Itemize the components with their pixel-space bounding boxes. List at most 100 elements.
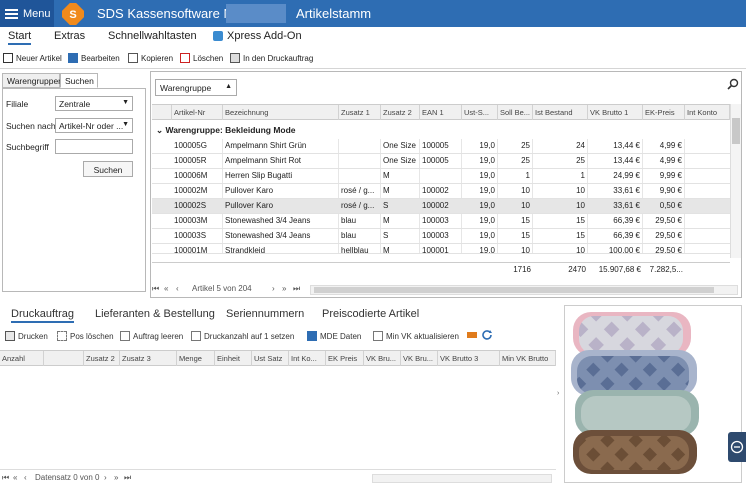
grid-horizontal-scrollbar[interactable] <box>310 285 738 295</box>
cell-nr: 100005R <box>172 154 223 168</box>
header-menge[interactable]: Menge <box>177 351 215 366</box>
header-einheit[interactable]: Einheit <box>215 351 252 366</box>
table-row[interactable]: 100001M Strandkleid hellblau M 100001 19,0 10 1… <box>152 244 730 254</box>
nav-prev-page-icon[interactable]: « <box>164 284 168 293</box>
clear-order-button[interactable]: Auftrag leeren <box>120 330 183 342</box>
table-row[interactable]: 100006M Herren Slip Bugatti M 19,0 1 1 24,99 €… <box>152 169 730 184</box>
header-ust[interactable]: Ust-S... <box>462 105 498 120</box>
header-zusatz1[interactable]: Zusatz 1 <box>339 105 381 120</box>
table-row[interactable]: 100003S Stonewashed 3/4 Jeans blau S 100003 1… <box>152 229 730 244</box>
header-ist[interactable]: Ist Bestand <box>533 105 588 120</box>
nav-first-icon[interactable]: ⏮ <box>2 473 9 483</box>
new-article-button[interactable]: Neuer Artikel <box>3 51 62 65</box>
table-row[interactable]: 100002M Pullover Karo rosé / g... M 100002 19… <box>152 184 730 199</box>
tab-druckauftrag[interactable]: Druckauftrag <box>11 308 74 323</box>
header-artikel-nr[interactable]: Artikel-Nr <box>172 105 223 120</box>
print-grid-horizontal-scrollbar[interactable] <box>372 474 552 483</box>
header-zusatz2[interactable]: Zusatz 2 <box>84 351 120 366</box>
cell-ek: 4,99 € <box>643 154 685 168</box>
search-button[interactable]: Suchen <box>83 161 133 177</box>
group-by-chip[interactable]: Warengruppe ▲ <box>155 79 237 96</box>
cell-soll: 10 <box>498 244 533 253</box>
cell-bez: Stonewashed 3/4 Jeans <box>223 214 339 228</box>
cell-bez: Pullover Karo <box>223 184 339 198</box>
delete-button[interactable]: Löschen <box>180 51 223 65</box>
header-ean1[interactable]: EAN 1 <box>420 105 462 120</box>
menu-button[interactable]: Menu <box>0 0 54 27</box>
edit-button[interactable]: Bearbeiten <box>68 51 120 65</box>
tab-lieferanten[interactable]: Lieferanten & Bestellung <box>95 308 215 320</box>
filiale-select[interactable]: Zentrale ▼ <box>55 96 133 111</box>
refresh-icon[interactable] <box>481 329 493 341</box>
cell-z2: M <box>381 184 420 198</box>
header-vk-brutto3[interactable]: VK Brutto 3 <box>438 351 500 366</box>
nav-prev-icon[interactable]: ‹ <box>24 473 27 482</box>
panel-splitter[interactable]: › <box>557 305 562 485</box>
nav-last-icon[interactable]: ⏭ <box>124 473 131 483</box>
cell-nr: 100005G <box>172 139 223 153</box>
grid-vertical-scrollbar[interactable] <box>730 104 741 258</box>
scroll-thumb[interactable] <box>314 287 714 293</box>
header-soll[interactable]: Soll Be... <box>498 105 533 120</box>
nav-prev-page-icon[interactable]: « <box>13 473 17 482</box>
tab-suchen[interactable]: Suchen <box>60 73 98 88</box>
delete-pos-button[interactable]: Pos löschen <box>57 330 114 342</box>
tab-xpress-addon[interactable]: Xpress Add-On <box>213 30 302 42</box>
mde-data-button[interactable]: MDE Daten <box>307 330 361 342</box>
nav-prev-icon[interactable]: ‹ <box>176 284 179 293</box>
header-ust-satz[interactable]: Ust Satz <box>252 351 289 366</box>
header-int-konto[interactable]: Int Ko... <box>289 351 326 366</box>
suchbegriff-input[interactable] <box>55 139 133 154</box>
search-icon[interactable] <box>727 78 739 90</box>
tab-seriennummern[interactable]: Seriennummern <box>226 308 304 320</box>
table-row-selected[interactable]: 100002S Pullover Karo rosé / g... S 100002 19… <box>152 199 730 214</box>
side-panel-handle[interactable] <box>728 432 746 462</box>
cell-ist: 1 <box>533 169 588 183</box>
cell-soll: 25 <box>498 154 533 168</box>
header-spacer <box>152 105 172 120</box>
print-button[interactable]: Drucken <box>5 330 48 342</box>
min-vk-update-button[interactable]: Min VK aktualisieren <box>373 330 459 342</box>
print-queue-button[interactable]: In den Druckauftrag <box>230 51 313 65</box>
header-anzahl[interactable]: Anzahl <box>0 351 44 366</box>
print-queue-label: In den Druckauftrag <box>243 53 314 63</box>
copy-button[interactable]: Kopieren <box>128 51 173 65</box>
print-label: Drucken <box>18 331 48 341</box>
nav-last-icon[interactable]: ⏭ <box>293 284 300 294</box>
header-vk-brutto1[interactable]: VK Bru... <box>364 351 401 366</box>
nav-next-page-icon[interactable]: » <box>114 473 118 482</box>
scroll-thumb[interactable] <box>732 118 740 144</box>
header-int-konto[interactable]: Int Konto <box>685 105 730 120</box>
nav-next-icon[interactable]: › <box>272 284 275 293</box>
tab-start[interactable]: Start <box>8 30 32 45</box>
menu-label: Menu <box>23 7 51 20</box>
header-vk[interactable]: VK Brutto 1 <box>588 105 643 120</box>
table-row[interactable]: 100005R Ampelmann Shirt Rot One Size 100005… <box>152 154 730 169</box>
tab-schnellwahltasten[interactable]: Schnellwahltasten <box>108 30 197 42</box>
cell-soll: 10 <box>498 199 533 213</box>
group-row[interactable]: ⌄ Warengruppe: Bekleidung Mode <box>152 122 730 138</box>
header-bezeichnung[interactable]: Bezeichnung <box>223 105 339 120</box>
tab-preiscodierte[interactable]: Preiscodierte Artikel <box>322 308 419 320</box>
header-ek-preis[interactable]: EK Preis <box>326 351 364 366</box>
header-zusatz3[interactable]: Zusatz 3 <box>120 351 177 366</box>
header-zusatz2[interactable]: Zusatz 2 <box>381 105 420 120</box>
tab-extras[interactable]: Extras <box>54 30 85 42</box>
print-queue-icon <box>230 53 240 63</box>
header-ek[interactable]: EK-Preis <box>643 105 685 120</box>
table-row[interactable]: 100003M Stonewashed 3/4 Jeans blau M 100003 1… <box>152 214 730 229</box>
set-print-count-button[interactable]: Druckanzahl auf 1 setzen <box>191 330 294 342</box>
nav-first-icon[interactable]: ⏮ <box>152 284 159 294</box>
print-queue-icon[interactable] <box>466 329 478 341</box>
collapse-icon[interactable]: ⌄ <box>156 125 163 135</box>
header-min-vk-brutto[interactable]: Min VK Brutto <box>500 351 556 366</box>
cell-ean: 100002 <box>420 184 462 198</box>
tab-warengruppen[interactable]: Warengruppen <box>2 73 63 88</box>
header-vk-brutto2[interactable]: VK Bru... <box>401 351 438 366</box>
cell-ean: 100001 <box>420 244 462 253</box>
nav-next-page-icon[interactable]: » <box>282 284 286 293</box>
table-row[interactable]: 100005G Ampelmann Shirt Grün One Size 10000… <box>152 139 730 154</box>
nav-next-icon[interactable]: › <box>104 473 107 482</box>
cell-ust: 19,0 <box>462 229 498 243</box>
suchen-nach-select[interactable]: Artikel-Nr oder ... ▼ <box>55 118 133 133</box>
